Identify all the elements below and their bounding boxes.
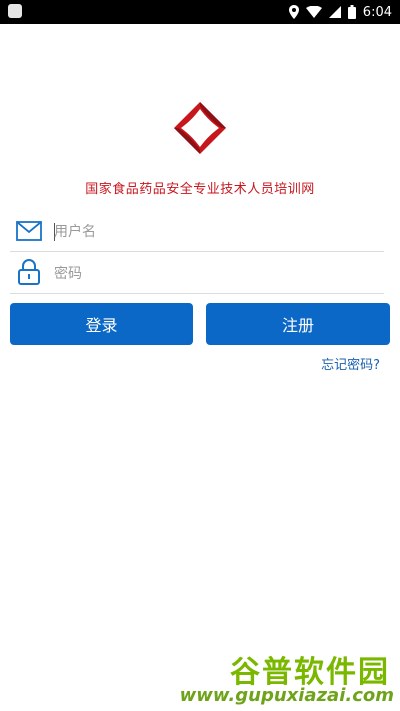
forgot-password-link[interactable]: 忘记密码? <box>321 354 380 373</box>
password-input[interactable] <box>54 260 374 288</box>
notification-icon <box>8 4 22 18</box>
status-bar: 6:04 <box>0 0 400 24</box>
status-time: 6:04 <box>362 4 392 20</box>
login-button[interactable]: 登录 <box>10 303 193 345</box>
wifi-icon <box>305 6 322 18</box>
red-diamond-logo <box>174 102 226 154</box>
register-button[interactable]: 注册 <box>206 303 390 345</box>
envelope-icon <box>16 221 42 241</box>
location-icon <box>288 5 299 19</box>
password-field[interactable] <box>10 254 384 294</box>
site-title: 国家食品药品安全专业技术人员培训网 <box>85 182 315 197</box>
watermark-url: www.gupuxiazai.com <box>179 685 394 706</box>
username-field[interactable] <box>10 212 384 252</box>
status-icons: 6:04 <box>288 0 392 24</box>
watermark: 谷普软件园 www.gupuxiazai.com <box>180 647 400 711</box>
lock-icon <box>18 259 40 285</box>
signal-icon <box>328 6 341 18</box>
battery-icon <box>347 5 356 19</box>
username-input[interactable] <box>54 218 374 246</box>
